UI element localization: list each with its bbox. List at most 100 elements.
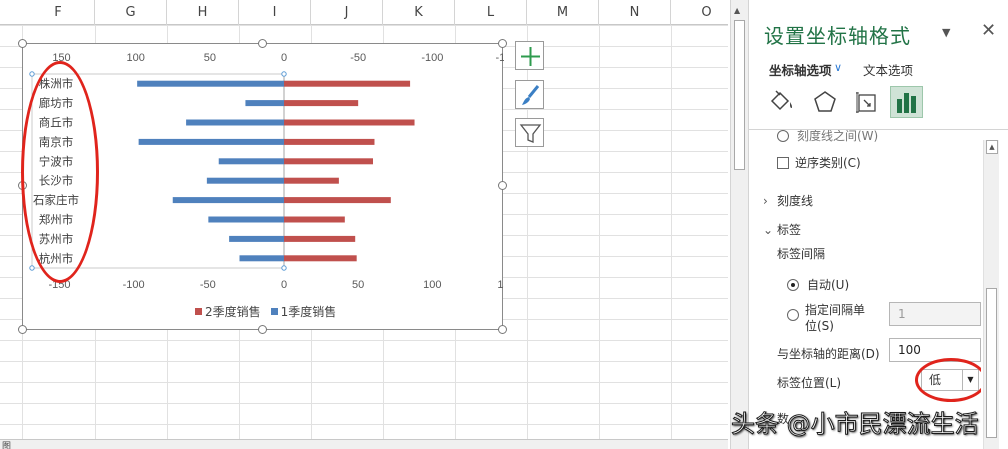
bar-q1 <box>245 100 284 107</box>
app-window: F G H I J K L M N O 图 株洲市 廊坊市 商丘市 南京市 宁波市 长沙市… <box>0 0 1008 449</box>
distance-label: 与坐标轴的距离(D) <box>777 347 880 361</box>
sheet-tab-bar: 图 <box>0 439 728 449</box>
resize-handle-bottom[interactable] <box>258 325 267 334</box>
grid-row-line <box>0 424 728 425</box>
radio-auto[interactable] <box>787 279 799 291</box>
pentagon-effects-icon[interactable] <box>809 86 841 118</box>
chart-legend[interactable]: 2季度销售 1季度销售 <box>195 303 336 320</box>
highlight-oval-categories <box>21 61 99 283</box>
pane-title: 设置坐标轴格式 <box>764 24 911 48</box>
scroll-thumb[interactable] <box>734 20 745 170</box>
legend-label-q1: 1季度销售 <box>280 305 337 319</box>
legend-item-q1: 1季度销售 <box>270 303 337 320</box>
resize-handle-tl[interactable] <box>18 39 27 48</box>
column-header-g[interactable]: G <box>95 0 167 25</box>
legend-swatch-q1 <box>270 308 278 315</box>
resize-handle-right[interactable] <box>498 181 507 190</box>
x-tick-label-top: -50 <box>350 52 366 64</box>
column-header-o[interactable]: O <box>671 0 728 25</box>
scroll-up-icon[interactable]: ▲ <box>986 140 998 154</box>
reverse-order-label: 逆序类别(C) <box>795 156 861 170</box>
bar-q1 <box>229 235 284 242</box>
reverse-order-row[interactable]: 逆序类别(C) <box>777 154 861 171</box>
resize-handle-bl[interactable] <box>18 325 27 334</box>
bar-q1 <box>239 255 284 262</box>
bar-q1 <box>208 216 284 223</box>
x-tick-label-bottom: 0 <box>281 279 287 291</box>
x-tick-label-bottom: -100 <box>123 279 145 291</box>
chevron-down-icon: ⌄ <box>763 223 774 237</box>
close-icon[interactable]: ✕ <box>981 20 996 41</box>
resize-handle-top[interactable] <box>258 39 267 48</box>
size-properties-icon[interactable] <box>851 86 883 118</box>
spreadsheet-grid[interactable]: F G H I J K L M N O 图 株洲市 廊坊市 商丘市 南京市 宁波市 长沙市… <box>0 0 728 449</box>
pane-vertical-scrollbar[interactable]: ▲ <box>983 140 999 449</box>
bar-q2 <box>284 177 339 184</box>
tab-text-options[interactable]: 文本选项 <box>863 60 913 79</box>
column-header-m[interactable]: M <box>527 0 599 25</box>
x-tick-label-bottom: 50 <box>352 279 364 291</box>
bar-q2 <box>284 235 356 242</box>
radio-specify-label-line1: 指定间隔单 <box>805 303 866 317</box>
x-tick-label-top: -100 <box>421 52 443 64</box>
resize-handle-br[interactable] <box>498 325 507 334</box>
grid-row-line <box>0 361 728 362</box>
column-header-i[interactable]: I <box>239 0 311 25</box>
chart-styles-button[interactable] <box>515 80 544 109</box>
column-header-n[interactable]: N <box>599 0 671 25</box>
fill-bucket-icon[interactable] <box>765 86 797 118</box>
chevron-down-icon[interactable]: ∨ <box>834 61 842 74</box>
sheet-vertical-scrollbar[interactable]: ▲ <box>730 0 748 449</box>
section-tickmarks[interactable]: › 刻度线 <box>763 192 813 209</box>
bar-q1 <box>137 80 284 87</box>
column-header-k[interactable]: K <box>383 0 455 25</box>
radio-between-ticks[interactable] <box>777 130 789 142</box>
chart-filters-button[interactable] <box>515 118 544 147</box>
radio-specify[interactable] <box>787 309 799 321</box>
section-tickmarks-label: 刻度线 <box>777 194 814 208</box>
bar-q1 <box>206 177 284 184</box>
auto-interval-row[interactable]: 自动(U) <box>787 276 849 293</box>
plus-icon <box>521 47 540 66</box>
bar-q2 <box>284 119 415 126</box>
bar-q1 <box>186 119 284 126</box>
bar-q2 <box>284 197 391 204</box>
column-header-j[interactable]: J <box>311 0 383 25</box>
chevron-right-icon: › <box>763 194 768 208</box>
axis-options-icon-selected[interactable] <box>890 86 923 118</box>
x-tick-label-top: 0 <box>281 52 287 64</box>
bar-q2 <box>284 100 359 107</box>
bar-q2 <box>284 80 411 87</box>
legend-swatch-q2 <box>195 308 202 315</box>
x-tick-label-top: -150 <box>495 52 504 64</box>
column-header-h[interactable]: H <box>167 0 239 25</box>
plot-area-handle <box>29 265 35 271</box>
bar-q2 <box>284 158 373 165</box>
sheet-tab[interactable]: 图 <box>2 439 11 449</box>
column-header-l[interactable]: L <box>455 0 527 25</box>
partial-option-row[interactable]: 刻度线之间(W) <box>777 130 878 144</box>
x-tick-label-bottom: -50 <box>200 279 216 291</box>
column-header-bar: F G H I J K L M N O <box>0 0 728 25</box>
pane-options-dropdown-icon[interactable]: ▼ <box>942 26 950 39</box>
scroll-up-icon[interactable]: ▲ <box>734 6 740 15</box>
bar-q1 <box>218 158 284 165</box>
pane-scroll-thumb[interactable] <box>986 288 997 438</box>
section-labels[interactable]: ⌄ 标签 <box>763 221 801 238</box>
interval-unit-input[interactable]: 1 <box>889 302 981 326</box>
plot-area-handle <box>281 265 287 271</box>
tab-axis-options[interactable]: 坐标轴选项 <box>769 60 832 79</box>
grid-row-line <box>0 403 728 404</box>
chart-elements-button[interactable] <box>515 41 544 70</box>
grid-col-line <box>599 25 600 439</box>
section-labels-label: 标签 <box>777 223 802 237</box>
resize-handle-tr[interactable] <box>498 39 507 48</box>
bar-chart-icon <box>897 93 916 113</box>
radio-auto-label: 自动(U) <box>807 278 850 292</box>
column-header-f[interactable]: F <box>22 0 95 25</box>
legend-label-q2: 2季度销售 <box>205 305 261 319</box>
legend-item-q2: 2季度销售 <box>195 303 261 320</box>
reverse-order-checkbox[interactable] <box>777 157 789 169</box>
distance-input[interactable]: 100 <box>889 338 981 362</box>
bar-q1 <box>172 197 284 204</box>
